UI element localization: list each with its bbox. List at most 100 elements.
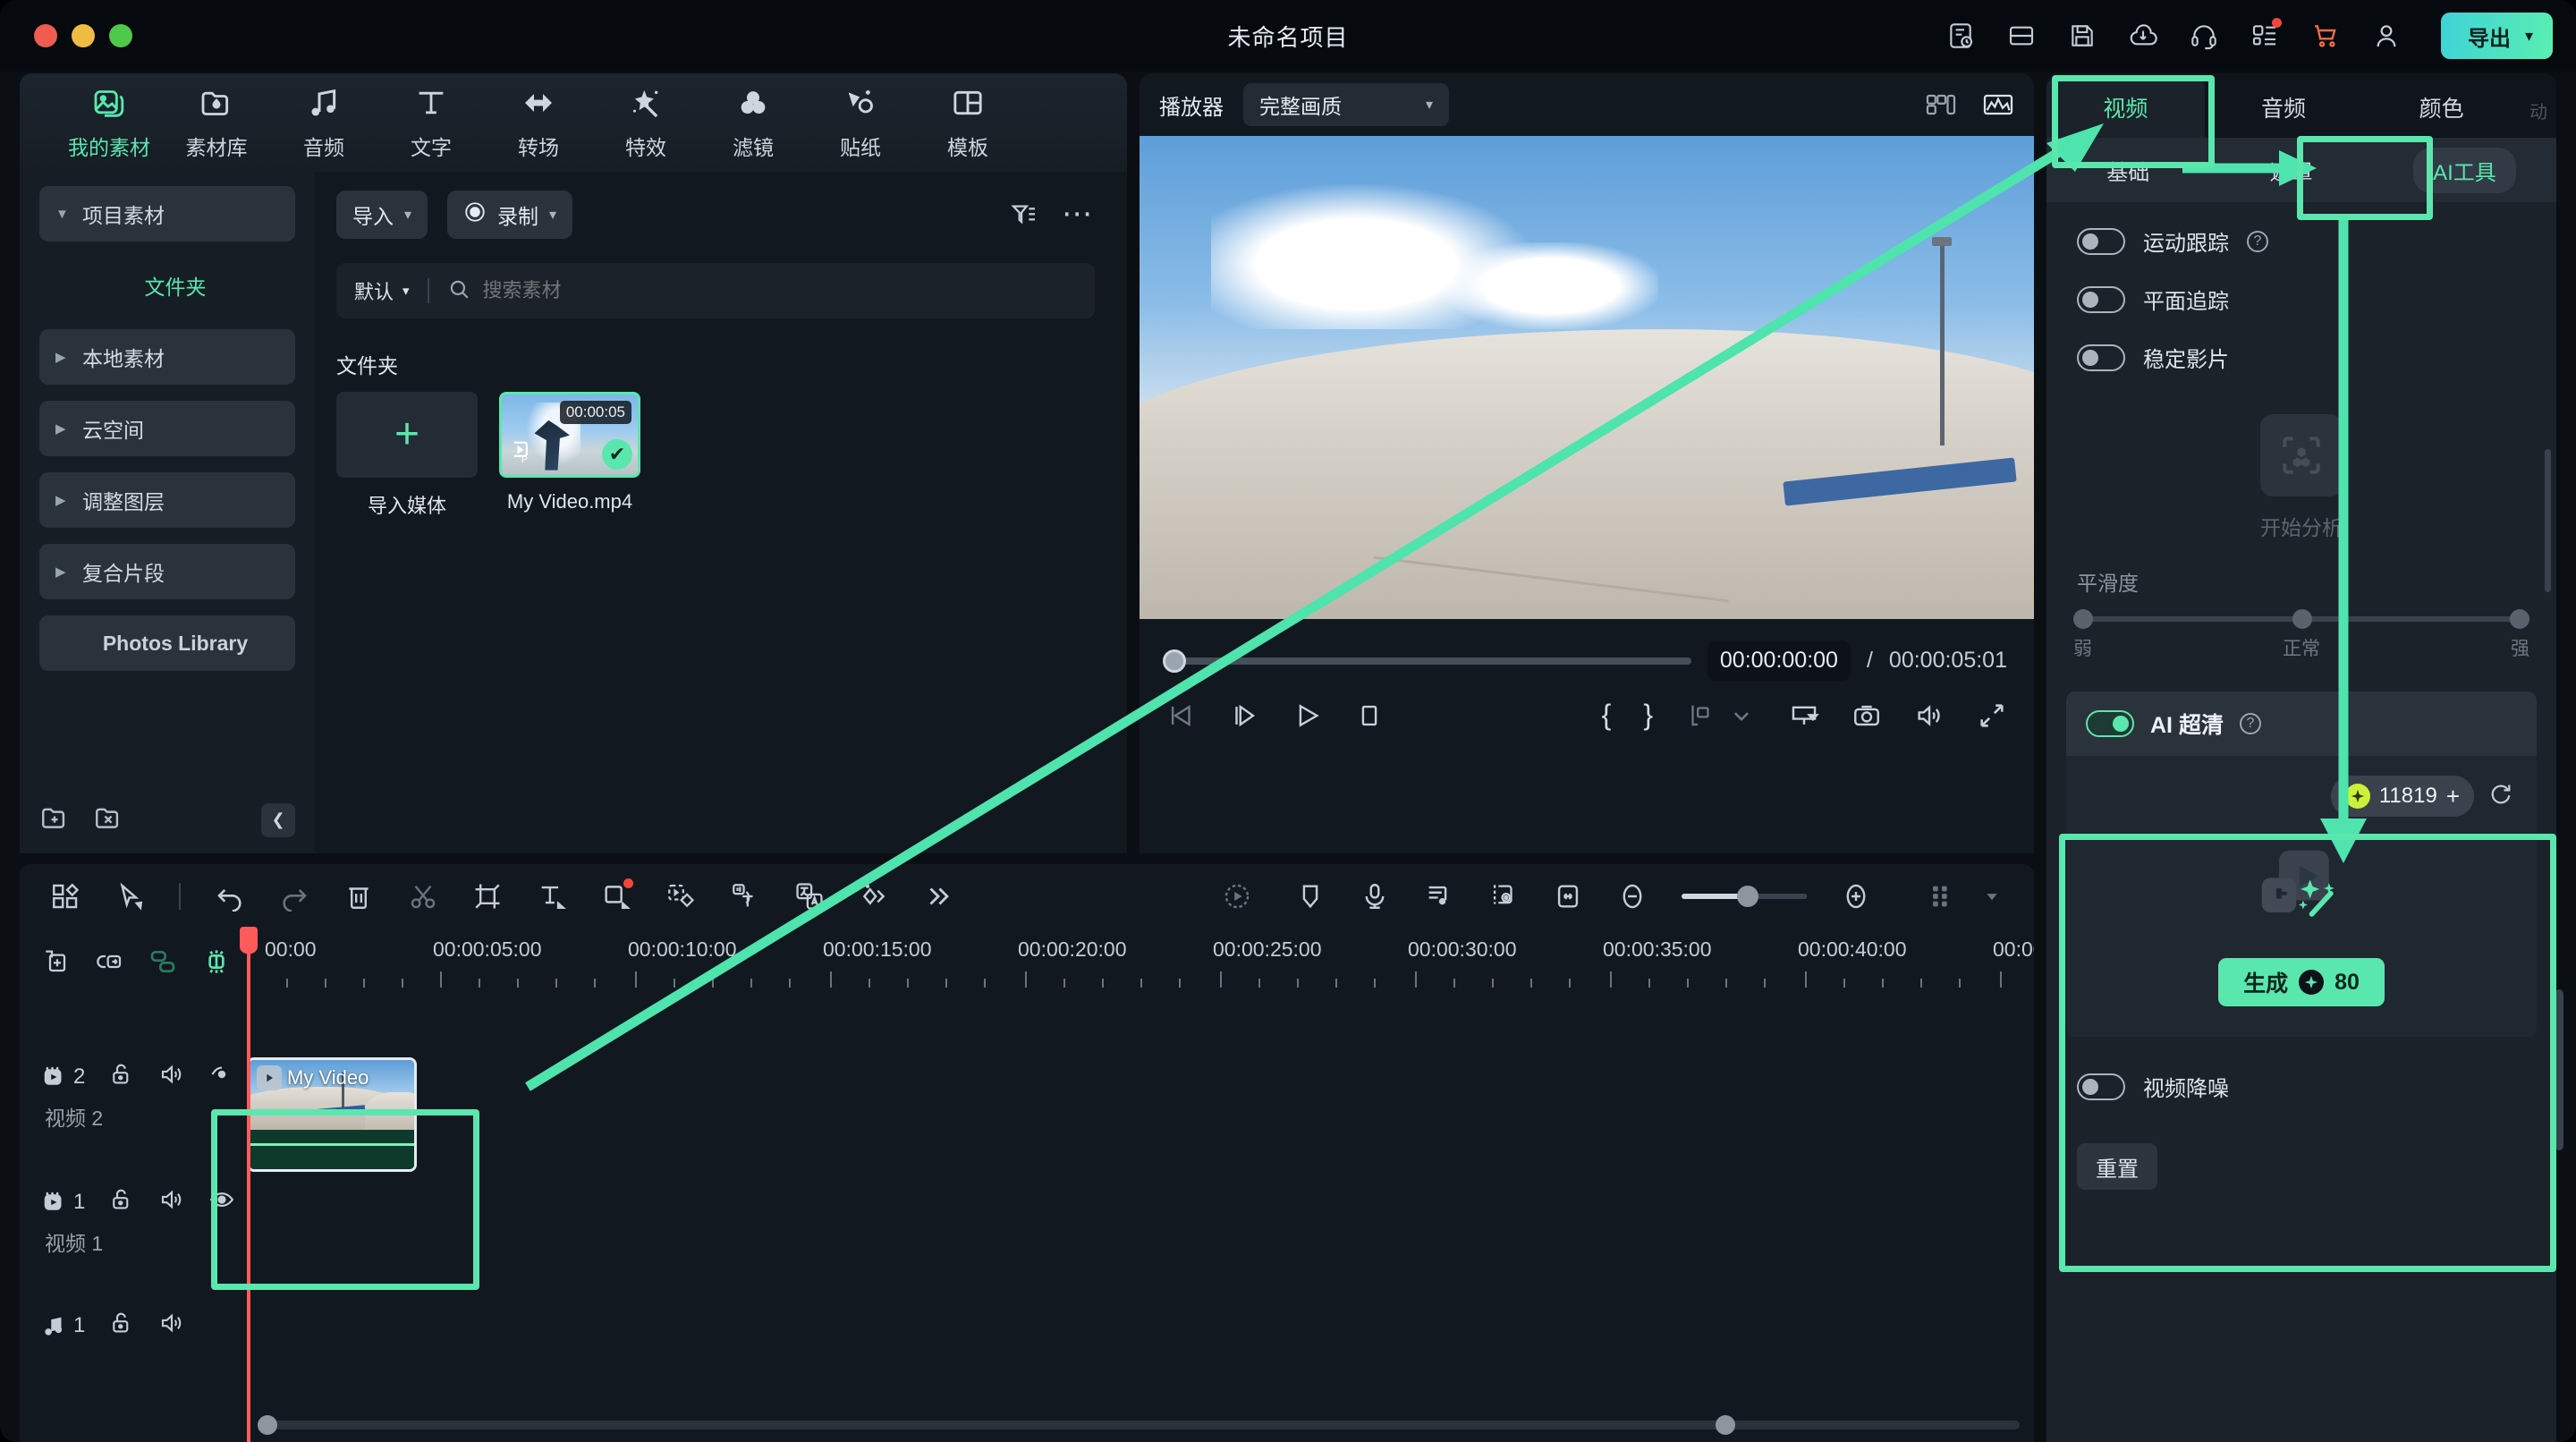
remove-folder-icon[interactable] — [93, 802, 123, 837]
more-tools-icon[interactable] — [923, 881, 953, 912]
auto-caption-icon[interactable] — [730, 881, 760, 912]
video-denoise-toggle[interactable] — [2077, 1073, 2125, 1100]
asset-tile[interactable]: 00:00:05 P ✔ My Video.mp4 — [499, 392, 640, 519]
import-media-tile[interactable]: + 导入媒体 — [336, 392, 478, 519]
apps-grid-icon[interactable] — [2250, 18, 2282, 51]
history-icon[interactable] — [1945, 21, 1976, 51]
timeline-clip[interactable]: My Video — [247, 1057, 417, 1172]
marker-icon[interactable] — [1295, 881, 1326, 912]
track-height-icon[interactable] — [1927, 881, 1957, 912]
player-scrubber[interactable] — [1163, 649, 1691, 673]
translate-icon[interactable] — [794, 881, 825, 912]
tab-animation-cutoff[interactable]: 动 — [2521, 98, 2556, 138]
motion-tracking-toggle[interactable] — [2077, 227, 2125, 255]
fit-timeline-icon[interactable] — [1553, 881, 1583, 912]
screen-record-icon[interactable] — [1789, 700, 1819, 731]
mark-in-icon[interactable]: { — [1602, 699, 1612, 732]
mute-icon[interactable] — [158, 1310, 185, 1341]
add-keyframe-icon[interactable] — [859, 881, 889, 912]
play-icon[interactable] — [1292, 700, 1322, 731]
playhead-handle[interactable] — [240, 927, 258, 954]
motion-preview-icon[interactable] — [1222, 881, 1252, 912]
sort-select[interactable]: 默认 ▾ — [354, 276, 410, 305]
filter-sort-icon[interactable] — [1010, 200, 1038, 229]
mute-icon[interactable] — [158, 1186, 185, 1217]
search-input[interactable] — [482, 279, 1077, 302]
zoom-out-icon[interactable] — [1617, 881, 1648, 912]
video-preview[interactable] — [1140, 136, 2034, 619]
sidebar-item-project-media[interactable]: ▼ 项目素材 — [39, 186, 295, 242]
zoom-slider[interactable] — [1682, 886, 1807, 907]
zoom-in-icon[interactable] — [1841, 881, 1871, 912]
chevron-down-icon[interactable]: ▾ — [2525, 27, 2533, 46]
prev-frame-icon[interactable] — [1166, 700, 1197, 731]
track-header-audio-1[interactable]: 1 — [41, 1310, 265, 1341]
voiceover-icon[interactable] — [1360, 881, 1390, 912]
mark-out-icon[interactable]: } — [1643, 699, 1653, 732]
tab-transition[interactable]: 转场 — [485, 84, 592, 161]
smoothness-slider[interactable] — [2073, 609, 2529, 629]
import-media-thumb[interactable]: + — [336, 392, 478, 478]
tab-audio[interactable]: 音频 — [270, 84, 377, 161]
collapse-panel-icon[interactable]: ❮ — [261, 802, 295, 837]
sidebar-item-folder[interactable]: 文件夹 — [39, 258, 295, 313]
tab-stock-library[interactable]: 素材库 — [163, 84, 270, 161]
lock-icon[interactable] — [108, 1186, 135, 1217]
lock-icon[interactable] — [108, 1061, 135, 1092]
add-track-icon[interactable] — [41, 947, 70, 976]
reset-button[interactable]: 重置 — [2077, 1143, 2157, 1190]
lock-icon[interactable] — [108, 1310, 135, 1341]
properties-scrollbar[interactable] — [2545, 449, 2551, 592]
tab-my-media[interactable]: 我的素材 — [55, 84, 163, 161]
subtab-basic[interactable]: 基础 — [2087, 148, 2169, 193]
track-header-video-1[interactable]: 1 视频 1 — [41, 1186, 265, 1257]
subtab-ai-tools[interactable]: AI工具 — [2413, 147, 2516, 193]
beat-detect-icon[interactable] — [1424, 881, 1454, 912]
track-header-video-2[interactable]: 2 视频 2 — [41, 1061, 265, 1132]
timeline-vertical-scrollbar[interactable] — [2555, 989, 2563, 1150]
sidebar-item-adjustment-layer[interactable]: ▶ 调整图层 — [39, 472, 295, 528]
shape-tool-icon[interactable] — [601, 878, 633, 912]
playhead[interactable] — [240, 927, 258, 1442]
sidebar-item-photos-library[interactable]: Photos Library — [39, 615, 295, 671]
refresh-icon[interactable] — [2488, 782, 2513, 811]
planar-tracking-toggle[interactable] — [2077, 285, 2125, 313]
slider-point-weak[interactable] — [2073, 609, 2093, 629]
more-options-icon[interactable]: ⋯ — [1062, 199, 1095, 229]
magnet-snap-icon[interactable] — [202, 947, 231, 976]
timeline-horizontal-scrollbar[interactable] — [258, 1415, 2020, 1435]
start-analysis-button[interactable]: 开始分析 — [2046, 414, 2556, 541]
snapshot-icon[interactable] — [1852, 700, 1882, 731]
mask-tool-icon[interactable] — [665, 881, 696, 912]
text-tool-icon[interactable] — [537, 881, 567, 912]
timeline-ruler[interactable]: 00:00 00:00:05:00 00:00:10:00 00:00:15:0… — [259, 929, 2034, 995]
layout-icon[interactable] — [2006, 21, 2037, 51]
split-icon[interactable] — [408, 881, 438, 912]
sidebar-item-local-media[interactable]: ▶ 本地素材 — [39, 329, 295, 385]
crop-icon[interactable] — [472, 881, 503, 912]
export-button[interactable]: 导出 ▾ — [2440, 13, 2553, 59]
tab-filter[interactable]: 滤镜 — [699, 84, 807, 161]
board-view-icon[interactable] — [50, 881, 80, 912]
asset-thumbnail[interactable]: 00:00:05 P ✔ — [499, 392, 640, 478]
delete-icon[interactable] — [343, 881, 374, 912]
select-tool-icon[interactable] — [114, 881, 145, 912]
quality-select[interactable]: 完整画质 ▾ — [1243, 83, 1449, 126]
next-frame-icon[interactable] — [1229, 700, 1259, 731]
current-timecode[interactable]: 00:00:00:00 — [1707, 640, 1851, 681]
fullscreen-icon[interactable] — [1977, 700, 2007, 731]
volume-icon[interactable] — [1914, 700, 1945, 731]
keyframe-icon[interactable] — [1685, 700, 1716, 731]
chevron-down-icon[interactable] — [1726, 700, 1757, 731]
render-preview-icon[interactable] — [1488, 881, 1519, 912]
scrollbar-handle-left[interactable] — [258, 1415, 277, 1435]
redo-icon[interactable] — [279, 881, 309, 912]
zoom-slider-handle[interactable] — [1737, 886, 1758, 907]
visibility-icon[interactable] — [208, 1186, 235, 1217]
slider-handle[interactable] — [2292, 609, 2312, 629]
group-icon[interactable] — [148, 947, 177, 976]
new-folder-icon[interactable] — [39, 802, 70, 837]
chevron-down-icon[interactable] — [1977, 881, 2007, 912]
tab-audio[interactable]: 音频 — [2205, 91, 2363, 138]
tab-color[interactable]: 颜色 — [2362, 91, 2521, 138]
